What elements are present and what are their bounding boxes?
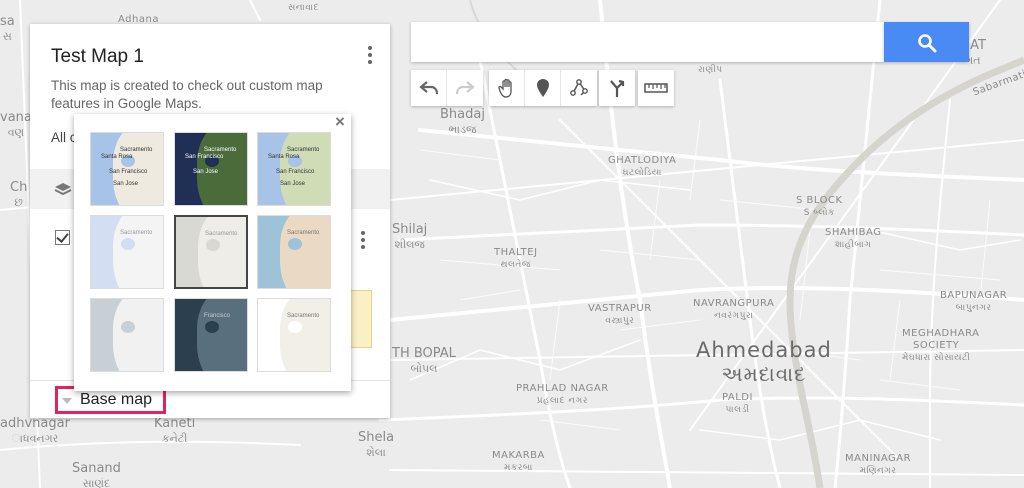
add-marker-button[interactable] — [525, 70, 561, 106]
layers-icon — [54, 183, 72, 196]
thumbnail-label: San Francisco — [185, 154, 224, 160]
place-label: Shilaj શીલજ — [392, 222, 428, 251]
place-label: sa સ — [0, 14, 15, 43]
thumbnail-bay — [121, 321, 135, 333]
basemap-thumbnail[interactable]: Sacramento — [257, 298, 331, 372]
place-label: સનાવાદ — [288, 3, 320, 13]
measure-button[interactable] — [638, 70, 674, 106]
place-label: રાણીપ — [698, 65, 723, 75]
basemap-thumbnail[interactable]: Sacramento San Francisco San Jose — [174, 132, 248, 206]
base-map-label: Base map — [80, 391, 153, 408]
thumbnail-bay — [288, 321, 302, 333]
place-label: Bhadaj ભાડજ — [440, 107, 485, 136]
place-label: TH BOPAL બોપલ — [392, 346, 456, 375]
place-label: GHATLODIYA ઘટલોડિયા — [608, 155, 677, 178]
undo-icon — [418, 81, 438, 95]
place-label: SHAHIBAG શાહીબાગ — [825, 227, 882, 250]
map-description[interactable]: This map is created to check out custom … — [51, 77, 361, 113]
place-label: SOCIETY મેઘધારા સોસાયટી — [902, 340, 971, 363]
thumbnail-land — [198, 217, 246, 287]
place-label: vana વણ — [0, 110, 32, 139]
thumbnail-label: Sacramento — [287, 230, 320, 236]
basemap-thumbnail[interactable]: Sacramento Santa Rosa San Francisco San Jos… — [90, 132, 164, 206]
thumbnail-bay — [205, 321, 219, 333]
place-label: S BLOCK S બ્લોક — [796, 195, 843, 218]
basemap-thumbnail[interactable]: Sacramento — [257, 215, 331, 289]
thumbnail-label: San Jose — [280, 181, 306, 187]
search-input[interactable] — [411, 22, 884, 62]
ruler-icon — [644, 83, 668, 93]
basemap-thumbnail[interactable]: Sacramento Santa Rosa San Francisco San Jos… — [257, 132, 331, 206]
place-label: MANINAGAR મણિનગર — [845, 453, 912, 476]
search-icon — [918, 34, 937, 53]
basemap-thumbnail[interactable]: Francisco — [174, 298, 248, 372]
place-label: PALDI પાલડી — [722, 392, 753, 415]
place-label: NAVRANGPURA નવરંગપુરા — [693, 298, 775, 321]
measure-toolbar — [638, 70, 674, 106]
place-label: MEGHADHARA — [902, 328, 980, 339]
layer-visibility-checkbox[interactable] — [55, 230, 70, 245]
chevron-down-icon — [62, 398, 72, 404]
marker-icon — [536, 79, 549, 97]
thumbnail-bay — [121, 238, 135, 250]
place-label: Kaneti કનેટી — [154, 416, 196, 445]
map-title[interactable]: Test Map 1 — [51, 46, 144, 68]
thumbnail-land — [280, 299, 330, 371]
thumbnail-label: Sacramento — [287, 313, 320, 319]
draw-line-icon — [570, 79, 588, 96]
thumbnail-label: San Francisco — [109, 169, 148, 175]
place-label: adhvnagarાધવનગર — [0, 416, 70, 445]
undo-button[interactable] — [411, 70, 447, 106]
thumbnail-label: San Francisco — [276, 169, 315, 175]
thumbnail-bay — [288, 238, 302, 250]
thumbnail-label: Francisco — [204, 313, 231, 319]
city-label: Ahmedabad અમદાવાદ — [696, 338, 832, 386]
more-options-icon[interactable] — [364, 44, 376, 68]
place-label: Sanand સાણંદ — [72, 461, 121, 488]
layer-options-icon[interactable] — [357, 229, 369, 253]
thumbnail-label: Sacramento — [120, 230, 153, 236]
place-label: Ch છ — [10, 180, 28, 209]
thumbnail-label: Santa Rosa — [101, 154, 133, 160]
thumbnail-land — [197, 299, 247, 371]
directions-toolbar — [599, 70, 635, 106]
draw-line-button[interactable] — [561, 70, 597, 106]
thumbnail-label: Sacramento — [287, 147, 320, 153]
drawing-toolbar — [489, 70, 597, 106]
redo-icon — [455, 81, 475, 95]
directions-icon — [610, 79, 625, 97]
thumbnail-land — [280, 216, 330, 288]
place-label: THALTEJ થલતેજ — [494, 247, 538, 270]
redo-button[interactable] — [447, 70, 483, 106]
history-toolbar — [411, 70, 483, 106]
thumbnail-land — [113, 299, 163, 371]
search-button[interactable] — [884, 22, 969, 62]
basemap-thumbnail[interactable]: Sacramento — [90, 215, 164, 289]
place-label: VASTRAPUR વસ્ત્રાપુર — [588, 303, 652, 326]
base-map-picker: × Sacramento Santa Rosa San Francisco San J… — [74, 113, 351, 391]
place-label: PRAHLAD NAGAR પ્રહલાદ નગર — [516, 383, 609, 406]
layer-style-swatch[interactable] — [350, 290, 372, 348]
thumbnail-label: San Jose — [113, 181, 139, 187]
directions-button[interactable] — [599, 70, 635, 106]
place-label: BAPUNAGAR બાપુનગર — [940, 290, 1008, 313]
place-label: Shela શેલા — [358, 430, 395, 459]
thumbnail-bay — [206, 239, 220, 251]
thumbnail-label: Sacramento — [120, 147, 153, 153]
basemap-thumbnail[interactable] — [90, 298, 164, 372]
thumbnail-label: San Jose — [193, 169, 219, 175]
thumbnail-label: Santa Rosa — [268, 154, 300, 160]
select-tool-button[interactable] — [489, 70, 525, 106]
all-items-link[interactable]: All c — [51, 130, 77, 145]
thumbnail-land — [113, 216, 163, 288]
thumbnail-label: Sacramento — [204, 147, 237, 153]
basemap-thumbnail[interactable]: Sacramento — [174, 215, 248, 289]
close-icon[interactable]: × — [332, 113, 348, 130]
thumbnail-label: Sacramento — [205, 231, 238, 237]
hand-icon — [497, 78, 512, 98]
place-label: MAKARBA મકરબા — [492, 450, 545, 473]
